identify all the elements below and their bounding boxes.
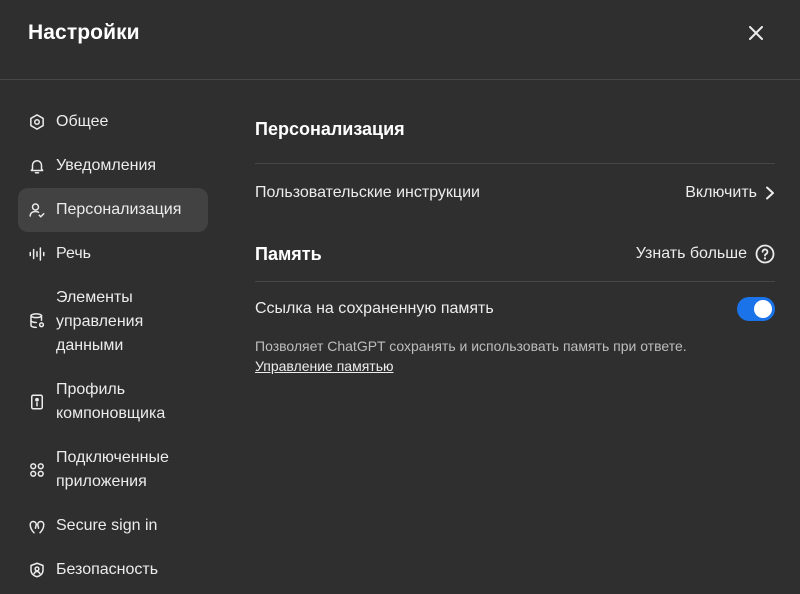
sidebar-item-connected-apps[interactable]: Подключенные приложения [18, 436, 208, 504]
sidebar-item-label: Уведомления [56, 157, 157, 174]
sidebar-item-label: Элементы [56, 289, 133, 306]
sidebar-item-label: Подключенные [56, 449, 169, 466]
sidebar-item-label: Персонализация [56, 201, 182, 218]
help-circle-icon [755, 244, 775, 264]
sidebar-item-general[interactable]: Общее [18, 100, 208, 144]
section-title-memory: Память [255, 244, 322, 264]
apps-icon [28, 461, 46, 479]
sidebar-item-builder-profile[interactable]: Профиль компоновщика [18, 368, 208, 436]
section-title-personalization: Персонализация [255, 119, 405, 139]
settings-dialog: Настройки Общее Уведомления Персонализац… [0, 0, 800, 594]
user-icon [28, 201, 46, 219]
toggle-knob [754, 300, 772, 318]
learn-more-link[interactable]: Узнать больше [636, 244, 775, 264]
sidebar-item-speech[interactable]: Речь [18, 232, 208, 276]
manage-memory-link[interactable]: Управление памятью [255, 358, 394, 374]
sidebar-item-label: Безопасность [56, 561, 159, 578]
id-card-icon [28, 393, 46, 411]
enable-label: Включить [685, 184, 757, 201]
sidebar-item-security[interactable]: Безопасность [18, 548, 208, 592]
reference-memory-row: Ссылка на сохраненную память [255, 282, 775, 336]
sidebar-item-personalization[interactable]: Персонализация [18, 188, 208, 232]
custom-instructions-label: Пользовательские инструкции [255, 184, 480, 201]
passkey-icon [28, 517, 46, 535]
enable-custom-instructions-button[interactable]: Включить [685, 184, 775, 202]
close-button[interactable] [742, 19, 770, 47]
sidebar-item-label: Общее [56, 113, 109, 130]
dialog-title: Настройки [28, 21, 140, 44]
memory-description: Позволяет ChatGPT сохранять и использова… [255, 336, 775, 376]
memory-description-text: Позволяет ChatGPT сохранять и использова… [255, 338, 687, 354]
database-icon [28, 312, 46, 330]
reference-memory-label: Ссылка на сохраненную память [255, 300, 494, 317]
sidebar-item-label: данными [56, 337, 124, 354]
settings-sidebar: Общее Уведомления Персонализация Речь Эл… [18, 100, 208, 592]
sidebar-item-label: Secure sign in [56, 517, 158, 534]
sidebar-item-data-controls[interactable]: Элементы управления данными [18, 276, 208, 368]
gear-icon [28, 113, 46, 131]
shield-icon [28, 561, 46, 579]
custom-instructions-row: Пользовательские инструкции Включить [255, 164, 775, 222]
chevron-right-icon [766, 186, 774, 200]
waveform-icon [28, 245, 46, 263]
sidebar-item-label: компоновщика [56, 405, 166, 422]
bell-icon [28, 157, 46, 175]
settings-content: Персонализация Пользовательские инструкц… [255, 100, 775, 376]
sidebar-item-secure-sign-in[interactable]: Secure sign in [18, 504, 208, 548]
sidebar-item-label: управления [56, 313, 144, 330]
sidebar-item-label: приложения [56, 473, 147, 490]
learn-more-label: Узнать больше [635, 245, 747, 262]
sidebar-item-notifications[interactable]: Уведомления [18, 144, 208, 188]
reference-memory-toggle[interactable] [737, 297, 775, 321]
dialog-header: Настройки [0, 0, 800, 80]
memory-header-row: Память Узнать больше [255, 240, 775, 268]
sidebar-item-label: Речь [56, 245, 92, 262]
close-icon [749, 26, 763, 40]
sidebar-item-label: Профиль [56, 381, 126, 398]
